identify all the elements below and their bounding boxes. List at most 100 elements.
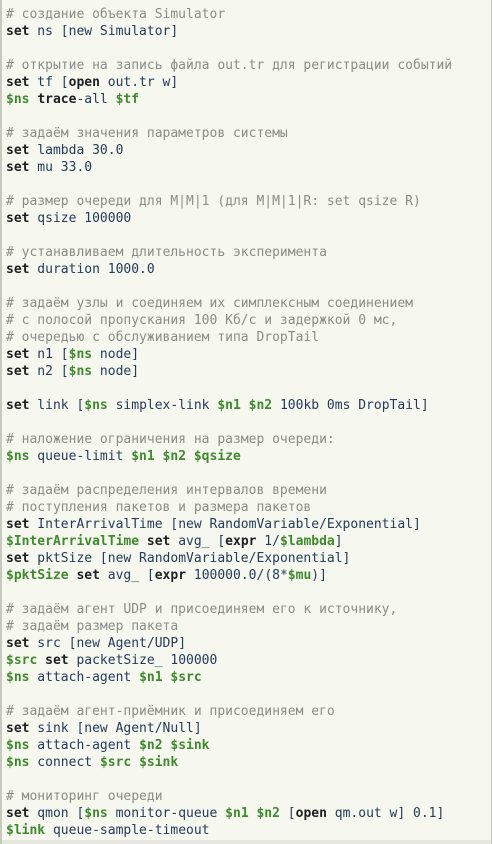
code-lines: # создание объекта Simulator set ns [new … — [2, 0, 491, 839]
code-line[interactable]: set InterArrivalTime [new RandomVariable… — [6, 516, 491, 533]
variable-token: $qsize — [193, 449, 241, 464]
comment-text: # размер очереди для M|M|1 (для M|M|1|R:… — [6, 194, 421, 209]
code-text: connect — [29, 755, 100, 770]
code-line[interactable]: set tf [open out.tr w] — [6, 74, 491, 91]
variable-token: $n2 — [162, 449, 187, 464]
code-text: n2 [ — [29, 364, 69, 379]
comment-text: # устанавливаем длительность эксперимент… — [6, 245, 327, 260]
code-line[interactable]: # устанавливаем длительность эксперимент… — [6, 244, 491, 261]
variable-token: $InterArrivalTime — [6, 534, 140, 549]
editor-bottom-edge — [2, 840, 491, 844]
comment-text: # задаём значения параметров системы — [6, 126, 288, 141]
keyword-token: set — [6, 517, 30, 532]
code-text: InterArrivalTime [new RandomVariable/Exp… — [29, 517, 421, 532]
blank-line[interactable] — [6, 771, 491, 788]
variable-token: $pktSize — [6, 568, 69, 583]
code-line[interactable]: set pktSize [new RandomVariable/Exponent… — [6, 550, 491, 567]
code-line[interactable]: set lambda 30.0 — [6, 142, 491, 159]
code-line[interactable]: set ns [new Simulator] — [6, 23, 491, 40]
comment-text: # очередью с обслуживанием типа DropTail — [6, 330, 320, 345]
code-line[interactable]: set src [new Agent/UDP] — [6, 635, 491, 652]
code-line[interactable]: # поступления пакетов и размера пакетов — [6, 499, 491, 516]
code-line[interactable]: set mu 33.0 — [6, 159, 491, 176]
code-text: packetSize_ 100000 — [68, 653, 218, 668]
code-line[interactable]: # задаём агент UDP и присоединяем его к … — [6, 601, 491, 618]
code-editor[interactable]: # создание объекта Simulator set ns [new … — [0, 0, 492, 844]
code-line[interactable]: $pktSize set avg_ [expr 100000.0/(8*$mu)… — [6, 567, 491, 584]
code-text: simplex-link — [107, 398, 218, 413]
blank-line[interactable] — [6, 465, 491, 482]
code-line[interactable]: # задаём распределения интервалов времен… — [6, 482, 491, 499]
code-line[interactable]: # задаём агент-приёмник и присоединяем е… — [6, 703, 491, 720]
code-line[interactable]: # открытие на запись файла out.tr для ре… — [6, 57, 491, 74]
code-text: attach-agent — [29, 738, 140, 753]
code-line[interactable]: $InterArrivalTime set avg_ [expr 1/$lamb… — [6, 533, 491, 550]
code-text: sink [new Agent/Null] — [29, 721, 202, 736]
code-line[interactable]: set n1 [$ns node] — [6, 346, 491, 363]
code-line[interactable]: $ns queue-limit $n1 $n2 $qsize — [6, 448, 491, 465]
code-line[interactable]: $src set packetSize_ 100000 — [6, 652, 491, 669]
variable-token: $ns — [84, 806, 108, 821]
variable-token: $n2 — [248, 398, 273, 413]
code-line[interactable]: set qmon [$ns monitor-queue $n1 $n2 [ope… — [6, 805, 491, 822]
code-text: queue-limit — [29, 449, 132, 464]
blank-line[interactable] — [6, 227, 491, 244]
code-text: qsize 100000 — [29, 211, 132, 226]
code-line[interactable]: set duration 1000.0 — [6, 261, 491, 278]
variable-token: $link — [6, 823, 46, 838]
code-line[interactable]: set sink [new Agent/Null] — [6, 720, 491, 737]
code-line[interactable]: $ns attach-agent $n1 $src — [6, 669, 491, 686]
code-line[interactable]: # очередью с обслуживанием типа DropTail — [6, 329, 491, 346]
code-line[interactable]: # задаём узлы и соединяем их симплексным… — [6, 295, 491, 312]
blank-line[interactable] — [6, 686, 491, 703]
code-line[interactable]: # наложение ограничения на размер очеред… — [6, 431, 491, 448]
keyword-token: expr — [225, 534, 257, 549]
code-text: 100000.0/(8* — [186, 568, 288, 583]
keyword-token: set — [6, 551, 30, 566]
variable-token: $ns — [68, 347, 93, 362]
keyword-token: set — [6, 347, 30, 362]
code-text: lambda 30.0 — [29, 143, 124, 158]
code-text: link [ — [29, 398, 85, 413]
code-line[interactable]: $link queue-sample-timeout — [6, 822, 491, 839]
blank-line[interactable] — [6, 108, 491, 125]
variable-token: $sink — [139, 755, 179, 770]
blank-line[interactable] — [6, 176, 491, 193]
code-line[interactable]: set link [$ns simplex-link $n1 $n2 100kb… — [6, 397, 491, 414]
blank-line[interactable] — [6, 584, 491, 601]
code-line[interactable]: # с полосой пропускания 100 Кб/с и задер… — [6, 312, 491, 329]
code-line[interactable]: # создание объекта Simulator — [6, 6, 491, 23]
variable-token: $src — [99, 755, 132, 770]
keyword-token: set — [6, 75, 30, 90]
comment-text: # задаём узлы и соединяем их симплексным… — [6, 296, 413, 311]
keyword-token: open — [68, 75, 100, 90]
blank-line[interactable] — [6, 414, 491, 431]
variable-token: $sink — [170, 738, 210, 753]
code-line[interactable]: # мониторинг очереди — [6, 788, 491, 805]
code-line[interactable]: $ns trace-all $tf — [6, 91, 491, 108]
blank-line[interactable] — [6, 278, 491, 295]
code-line[interactable]: $ns attach-agent $n2 $sink — [6, 737, 491, 754]
keyword-token: set — [6, 24, 30, 39]
comment-text: # создание объекта Simulator — [6, 7, 226, 22]
code-text: node] — [92, 347, 140, 362]
code-line[interactable]: $ns connect $src $sink — [6, 754, 491, 771]
code-text: ns [new Simulator] — [29, 24, 179, 39]
code-text: n1 [ — [29, 347, 69, 362]
code-line[interactable]: # задаём значения параметров системы — [6, 125, 491, 142]
blank-line[interactable] — [6, 40, 491, 57]
blank-line[interactable] — [6, 380, 491, 397]
comment-text: # с полосой пропускания 100 Кб/с и задер… — [6, 313, 398, 328]
code-line[interactable]: set qsize 100000 — [6, 210, 491, 227]
code-text: out.tr w] — [99, 75, 179, 90]
keyword-token: set — [6, 636, 30, 651]
code-line[interactable]: # задаём размер пакета — [6, 618, 491, 635]
code-line[interactable]: # размер очереди для M|M|1 (для M|M|1|R:… — [6, 193, 491, 210]
code-line[interactable]: set n2 [$ns node] — [6, 363, 491, 380]
code-text: -all — [76, 92, 116, 107]
variable-token: $ns — [84, 398, 108, 413]
code-text: tf [ — [29, 75, 69, 90]
comment-text: # задаём распределения интервалов времен… — [6, 483, 327, 498]
